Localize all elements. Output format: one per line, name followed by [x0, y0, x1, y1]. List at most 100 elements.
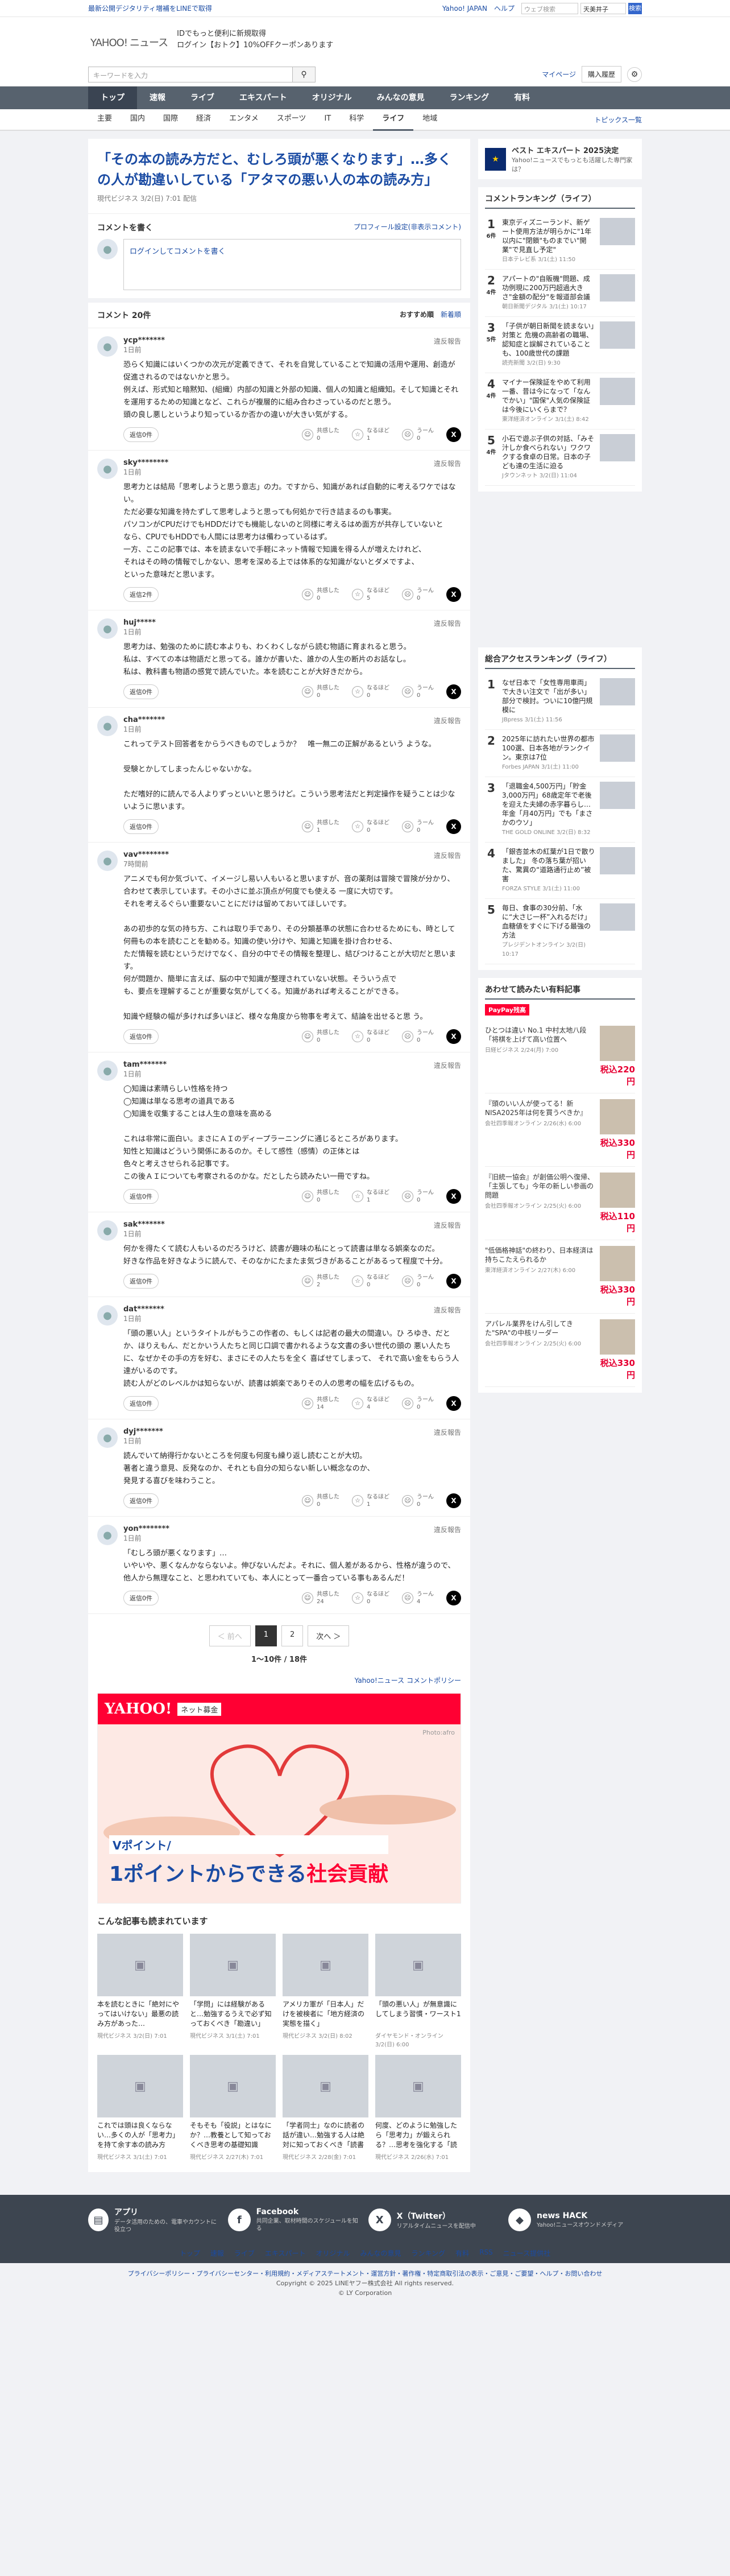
purchase-history-button[interactable]: 購入履歴 — [581, 66, 621, 82]
report-link[interactable]: 違反報告 — [434, 1220, 461, 1239]
search-icon[interactable]: ⚲ — [293, 66, 316, 82]
reaction-helpful-button[interactable]: ☺ 共感した 14 — [302, 1396, 339, 1411]
signup-link[interactable]: IDでもっと便利に新規取得 — [177, 28, 333, 40]
reaction-hmm-button[interactable]: ☹ うーん 0 — [402, 819, 434, 834]
gear-icon[interactable]: ⚙ — [627, 67, 642, 82]
commenter-name[interactable]: ycp******* — [123, 336, 165, 345]
mypage-link[interactable]: マイページ — [542, 69, 576, 79]
reply-toggle-button[interactable]: 返信0件 — [123, 1493, 159, 1508]
reaction-helpful-button[interactable]: ☺ 共感した 24 — [302, 1591, 339, 1605]
footer-nav-link[interactable]: オリジナル — [316, 2248, 350, 2258]
cat-local[interactable]: 地域 — [413, 109, 446, 131]
report-link[interactable]: 違反報告 — [434, 336, 461, 354]
commenter-name[interactable]: yon******** — [123, 1525, 169, 1533]
commenter-avatar[interactable]: ● — [97, 618, 118, 639]
commenter-avatar[interactable]: ● — [97, 1525, 118, 1545]
access-ranking-item[interactable]: 3 「退職金4,500万円」「貯金3,000万円」68歳定年で老後を迎えた夫婦の赤… — [485, 777, 635, 843]
reaction-hmm-button[interactable]: ☹ うーん 0 — [402, 427, 434, 442]
gnav-opinion[interactable]: みんなの意見 — [364, 86, 437, 109]
cat-sports[interactable]: スポーツ — [268, 109, 316, 131]
footer-nav-link[interactable]: ランキング — [412, 2248, 446, 2258]
report-link[interactable]: 違反報告 — [434, 459, 461, 477]
reply-toggle-button[interactable]: 返信0件 — [123, 1189, 159, 1204]
related-card[interactable]: ▣ これでは頭は良くならない…多くの人が「思考力」を持て余す本の読み方 現代ビジネス… — [97, 2055, 183, 2161]
topics-list-link[interactable]: トピックス一覧 — [594, 115, 642, 125]
commenter-name[interactable]: vav******** — [123, 851, 169, 859]
report-link[interactable]: 違反報告 — [434, 716, 461, 734]
paid-article-item[interactable]: 『頭のいい人が使ってる！新NISA2025年は何を買うべきか』 会社四季報オンライ… — [485, 1093, 635, 1167]
reaction-hmm-button[interactable]: ☹ うーん 0 — [402, 1029, 434, 1044]
reaction-understand-button[interactable]: ☆ なるほど 0 — [352, 1029, 389, 1044]
web-search-input[interactable]: ウェブ検索 — [521, 2, 578, 14]
reaction-helpful-button[interactable]: ☺ 共感した 1 — [302, 819, 339, 834]
x-share-icon[interactable]: X — [446, 819, 461, 834]
article-title[interactable]: 「その本の読み方だと、むしろ頭が悪くなります」…多くの人が勘違いしている「アタマ… — [97, 149, 461, 190]
footer-nav-link[interactable]: 速報 — [210, 2248, 224, 2258]
donation-ad-banner[interactable]: YAHOO! ネット募金 Photo:afro Vポイント/ 1ポイントからできる… — [97, 1693, 461, 1904]
related-card[interactable]: ▣ 何度、どのように勉強したら「思考力」が鍛えられる？…思考を強化する「読書」の正… — [375, 2055, 461, 2161]
x-share-icon[interactable]: X — [446, 1274, 461, 1289]
related-card[interactable]: ▣ アメリカ軍が「日本人」だけを被検者に「地方経済の実態を描く」 現代ビジネス 3/… — [283, 1934, 368, 2048]
gnav-ranking[interactable]: ランキング — [437, 86, 502, 109]
comment-ranking-item[interactable]: 5 4件 小石で遊ぶ子供の対話、「みそ汁しか食べられない」ワクワクする食卓の日常。日… — [485, 430, 635, 486]
report-link[interactable]: 違反報告 — [434, 1427, 461, 1446]
footer-nav-link[interactable]: エキスパート — [265, 2248, 306, 2258]
access-ranking-item[interactable]: 4 「銀杏並木の紅葉が1日で散りました」 冬の落ち葉が招いた、驚異の“道路通行止め… — [485, 843, 635, 899]
access-ranking-item[interactable]: 5 毎日、食事の30分前、「水に“大さじ一杯”入れるだけ」血糖値をすぐに下げる最強… — [485, 899, 635, 964]
footer-nav-link[interactable]: ニュース提供社 — [503, 2248, 550, 2258]
reaction-understand-button[interactable]: ☆ なるほど 0 — [352, 1274, 389, 1289]
best-expert-banner[interactable]: ★ ベスト エキスパート 2025決定 Yahoo!ニュースでもっとも活躍した専門… — [478, 139, 642, 179]
commenter-avatar[interactable]: ● — [97, 459, 118, 479]
reaction-helpful-button[interactable]: ☺ 共感した 0 — [302, 1189, 339, 1204]
paid-article-item[interactable]: 『旧統一協会』が創価公明へ復帰、「主張しても」今年の新しい参画の問題 会社四季報オ… — [485, 1167, 635, 1240]
reaction-hmm-button[interactable]: ☹ うーん 4 — [402, 1591, 434, 1605]
footer-nav-link[interactable]: みんなの意見 — [360, 2248, 401, 2258]
keyword-search-input[interactable]: キーワードを入力 — [88, 66, 293, 82]
cat-entertainment[interactable]: エンタメ — [220, 109, 268, 131]
gnav-top[interactable]: トップ — [88, 86, 137, 109]
cat-business[interactable]: 経済 — [187, 109, 220, 131]
comment-ranking-item[interactable]: 1 6件 東京ディズニーランド、新ゲート使用方法が明らかに"1年以内に"閉鎖"ものま… — [485, 213, 635, 270]
cat-world[interactable]: 国際 — [154, 109, 187, 131]
related-card[interactable]: ▣ 「頭の悪い人」が無意識にしてしまう習慣・ワースト1 ダイヤモンド・オンライン 3… — [375, 1934, 461, 2048]
legal-links[interactable]: プライバシーポリシー・プライバシーセンター・利用規約・メディアステートメント・運… — [0, 2269, 730, 2278]
reply-toggle-button[interactable]: 返信0件 — [123, 1396, 159, 1411]
x-share-icon[interactable]: X — [446, 684, 461, 699]
yahoo-news-logo[interactable]: YAHOO! ニュース — [88, 28, 168, 51]
page-1-button[interactable]: 1 — [255, 1625, 277, 1646]
cat-life[interactable]: ライフ — [373, 109, 414, 131]
gnav-flash[interactable]: 速報 — [137, 86, 178, 109]
x-share-icon[interactable]: X — [446, 587, 461, 602]
sort-recommended[interactable]: おすすめ順 — [400, 309, 434, 321]
reaction-helpful-button[interactable]: ☺ 共感した 2 — [302, 1274, 339, 1289]
report-link[interactable]: 違反報告 — [434, 618, 461, 637]
commenter-name[interactable]: sak******* — [123, 1220, 165, 1229]
comment-textarea[interactable]: ログインしてコメントを書く — [123, 239, 461, 290]
cat-science[interactable]: 科学 — [340, 109, 373, 131]
reaction-understand-button[interactable]: ☆ なるほど 5 — [352, 587, 389, 602]
reply-toggle-button[interactable]: 返信0件 — [123, 1274, 159, 1289]
reply-toggle-button[interactable]: 返信0件 — [123, 1591, 159, 1605]
search-scope-select[interactable]: 天美井子 — [580, 2, 626, 14]
comment-ranking-item[interactable]: 3 5件 「子供が朝日新聞を読まない」対策と 危機の高齢者の職場、認知症と誤解されて… — [485, 317, 635, 373]
reaction-hmm-button[interactable]: ☹ うーん 0 — [402, 1396, 434, 1411]
reaction-hmm-button[interactable]: ☹ うーん 0 — [402, 1493, 434, 1508]
x-share-icon[interactable]: X — [446, 1189, 461, 1204]
commenter-avatar[interactable]: ● — [97, 1427, 118, 1448]
x-share-icon[interactable]: X — [446, 1493, 461, 1508]
access-ranking-item[interactable]: 1 なぜ日本で「女性専用車両」で大きい注文で「出が多い」部分で検討。ついに10億円… — [485, 674, 635, 730]
reply-toggle-button[interactable]: 返信0件 — [123, 684, 159, 699]
x-share-icon[interactable]: X — [446, 1029, 461, 1044]
line-promo-link[interactable]: 最新公開デジタリティ増補をLINEで取得 — [88, 3, 212, 13]
reaction-understand-button[interactable]: ☆ なるほど 1 — [352, 1189, 389, 1204]
paid-article-item[interactable]: ひとつは違い No.1 中村太地八段「将棋を上げて高い位置へ 日経ビジネス 2/2… — [485, 1020, 635, 1093]
prev-page-button[interactable]: ＜ 前へ — [209, 1625, 251, 1646]
yahoo-japan-link[interactable]: Yahoo! JAPAN — [442, 5, 487, 13]
commenter-name[interactable]: sky******** — [123, 459, 168, 467]
report-link[interactable]: 違反報告 — [434, 1305, 461, 1323]
footer-nav-link[interactable]: 有料 — [455, 2248, 469, 2258]
report-link[interactable]: 違反報告 — [434, 1525, 461, 1543]
commenter-avatar[interactable]: ● — [97, 1305, 118, 1326]
cat-it[interactable]: IT — [315, 109, 340, 131]
commenter-name[interactable]: cha******* — [123, 716, 165, 724]
